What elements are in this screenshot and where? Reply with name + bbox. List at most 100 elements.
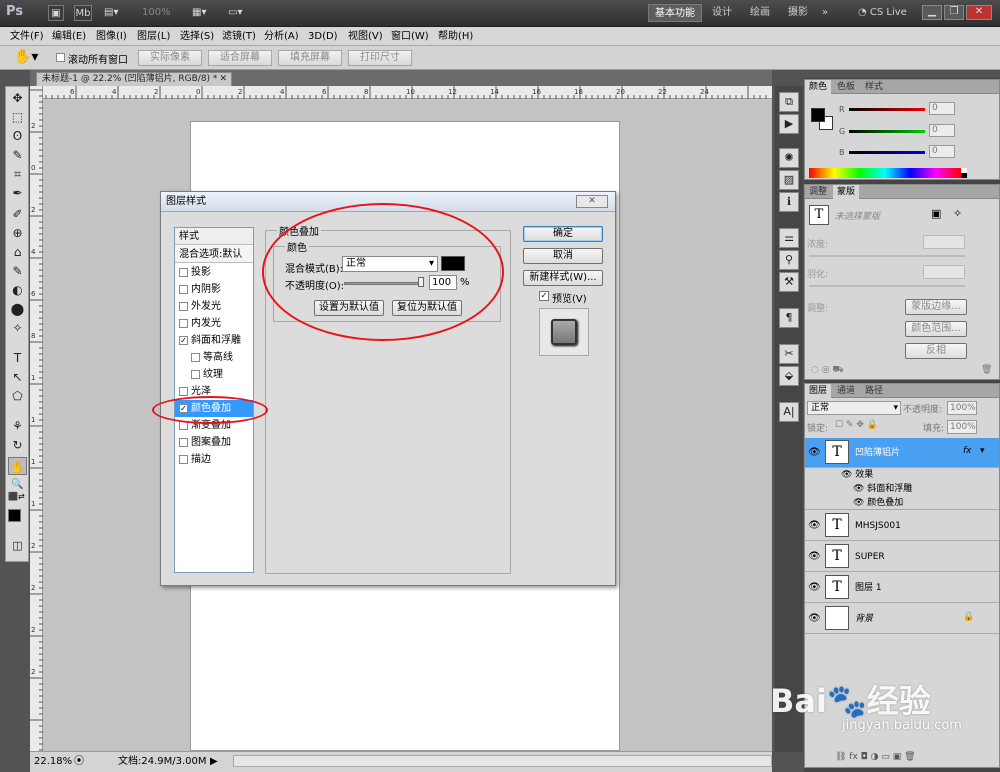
layer-row[interactable]: 👁 T MHSJS001 [805, 511, 999, 541]
style-checkbox[interactable] [179, 455, 188, 464]
style-item-outer-glow[interactable]: 外发光 [175, 298, 253, 315]
swap-colors-icon[interactable]: ⬛⇄ [8, 492, 25, 501]
menu-edit[interactable]: 编辑(E) [52, 29, 86, 44]
workspace-painting[interactable]: 绘画 [744, 4, 776, 22]
tool-presets-icon[interactable]: ⚒ [779, 272, 799, 292]
menu-help[interactable]: 帮助(H) [438, 29, 473, 44]
arrange-icon[interactable]: ▦▾ [192, 5, 214, 21]
quick-mask-icon[interactable]: ◫ [8, 537, 27, 555]
menu-file[interactable]: 文件(F) [10, 29, 44, 44]
minibridge-icon[interactable]: Mb [74, 5, 92, 21]
new-style-button[interactable]: 新建样式(W)... [523, 270, 603, 286]
feather-slider[interactable] [809, 285, 965, 287]
brush-tool-icon[interactable]: ⊕ [8, 224, 27, 242]
tab-color[interactable]: 颜色 [805, 80, 832, 94]
layer-name[interactable]: 凹陷薄铝片 [855, 438, 900, 468]
cancel-button[interactable]: 取消 [523, 248, 603, 264]
layer-name[interactable]: SUPER [855, 542, 885, 572]
style-item-texture[interactable]: 纹理 [175, 366, 253, 383]
paragraph-panel-icon[interactable]: ¶ [779, 308, 799, 328]
view-extras-icon[interactable]: ▤▾ [104, 5, 130, 21]
ok-button[interactable]: 确定 [523, 226, 603, 242]
fill-screen-button[interactable]: 填充屏幕 [278, 50, 342, 66]
layer-row-selected[interactable]: 👁 T 凹陷薄铝片 fx ▾ [805, 438, 999, 468]
lasso-tool-icon[interactable]: ʘ [8, 127, 27, 145]
marquee-tool-icon[interactable]: ⬚ [8, 108, 27, 126]
menu-view[interactable]: 视图(V) [348, 29, 383, 44]
effects-row[interactable]: 👁 效果 [805, 468, 999, 482]
menu-select[interactable]: 选择(S) [180, 29, 214, 44]
tab-paths[interactable]: 路径 [861, 384, 887, 398]
clone-source-icon[interactable]: ⚲ [779, 250, 799, 270]
red-value[interactable]: 0 [929, 102, 955, 115]
black-swatch[interactable] [961, 173, 967, 178]
visibility-eye-icon[interactable]: 👁 [808, 447, 821, 458]
zoom-select[interactable]: 100% [142, 5, 176, 21]
crop-tool-icon[interactable]: ⌗ [8, 165, 27, 183]
paint-bucket-tool-icon[interactable]: ⬤ [8, 300, 27, 318]
actual-pixels-button[interactable]: 实际像素 [138, 50, 202, 66]
style-checkbox[interactable] [179, 438, 188, 447]
menu-filter[interactable]: 滤镜(T) [222, 29, 256, 44]
quick-select-tool-icon[interactable]: ✎ [8, 146, 27, 164]
effect-row-color-overlay[interactable]: 👁 颜色叠加 [805, 496, 999, 510]
move-tool-icon[interactable]: ✥ [8, 89, 27, 107]
foreground-color-swatch[interactable] [8, 509, 21, 522]
status-arrow-icon[interactable]: ▶ [210, 752, 218, 771]
styles-panel-icon[interactable]: ⬙ [779, 366, 799, 386]
styles-header[interactable]: 样式 [175, 228, 253, 245]
visibility-eye-icon[interactable]: 👁 [808, 613, 821, 624]
layer-name[interactable]: MHSJS001 [855, 511, 901, 541]
vector-mask-icon[interactable]: ✧ [953, 207, 962, 220]
eyedropper-tool-icon[interactable]: ✒ [8, 184, 27, 202]
opacity-value[interactable]: 100% [947, 401, 977, 415]
close-tab-icon[interactable]: ✕ [219, 73, 227, 86]
screen-mode-icon[interactable]: ▭▾ [228, 5, 250, 21]
zoom-level[interactable]: 22.18% [34, 752, 72, 771]
workspace-design[interactable]: 设计 [706, 4, 738, 22]
layer-row-background[interactable]: 👁 背景 🔒 [805, 604, 999, 634]
blend-mode-select[interactable]: 正常 ▾ [807, 401, 901, 415]
tab-layers[interactable]: 图层 [805, 384, 832, 398]
tools-panel-icon[interactable]: ✂ [779, 344, 799, 364]
workspace-essentials[interactable]: 基本功能 [648, 4, 702, 22]
lock-icons[interactable]: ☐ ✎ ✥ 🔒 [835, 420, 878, 430]
color-spectrum-bar[interactable] [809, 168, 961, 178]
menu-image[interactable]: 图像(I) [96, 29, 127, 44]
style-checkbox[interactable] [191, 370, 200, 379]
hand-tool-icon[interactable]: ✋▾ [14, 49, 38, 65]
stamp-tool-icon[interactable]: ⌂ [8, 243, 27, 261]
dialog-close-button[interactable]: ✕ [576, 195, 608, 208]
preview-checkbox[interactable]: ✓ [539, 291, 549, 301]
mask-edge-button[interactable]: 蒙版边缘... [905, 299, 967, 315]
status-icon[interactable]: ⦿ [74, 752, 84, 771]
hand-tool-icon[interactable]: ✋ [8, 457, 27, 475]
horizontal-scrollbar[interactable] [233, 755, 772, 767]
expand-effects-icon[interactable]: ▾ [980, 446, 985, 456]
tab-styles[interactable]: 样式 [861, 80, 887, 94]
visibility-eye-icon[interactable]: 👁 [808, 520, 821, 531]
mask-delete-icon[interactable]: 🗑 [981, 365, 992, 375]
visibility-eye-icon[interactable]: 👁 [808, 551, 821, 562]
density-slider[interactable] [809, 255, 965, 257]
restore-button[interactable]: ❐ [944, 5, 964, 20]
more-workspaces[interactable]: » [816, 4, 834, 22]
brush-panel-icon[interactable]: ⚌ [779, 228, 799, 248]
effect-row-bevel[interactable]: 👁 斜面和浮雕 [805, 482, 999, 496]
style-item-drop-shadow[interactable]: 投影 [175, 264, 253, 281]
info-i-icon[interactable]: ℹ [779, 192, 799, 212]
close-button[interactable]: ✕ [966, 5, 992, 20]
workspace-photography[interactable]: 摄影 [782, 4, 814, 22]
menu-window[interactable]: 窗口(W) [391, 29, 429, 44]
tab-adjustments[interactable]: 调整 [805, 185, 831, 199]
tab-channels[interactable]: 通道 [833, 384, 859, 398]
menu-3d[interactable]: 3D(D) [308, 29, 338, 44]
green-slider[interactable] [849, 130, 925, 133]
style-item-inner-shadow[interactable]: 内阴影 [175, 281, 253, 298]
type-tool-icon[interactable]: T [8, 349, 27, 367]
3d-rotate-tool-icon[interactable]: ⚘ [8, 417, 27, 435]
style-item-stroke[interactable]: 描边 [175, 451, 253, 468]
tab-masks[interactable]: 蒙版 [833, 185, 860, 199]
red-slider[interactable] [849, 108, 925, 111]
foreground-color-swatch[interactable] [811, 108, 825, 122]
